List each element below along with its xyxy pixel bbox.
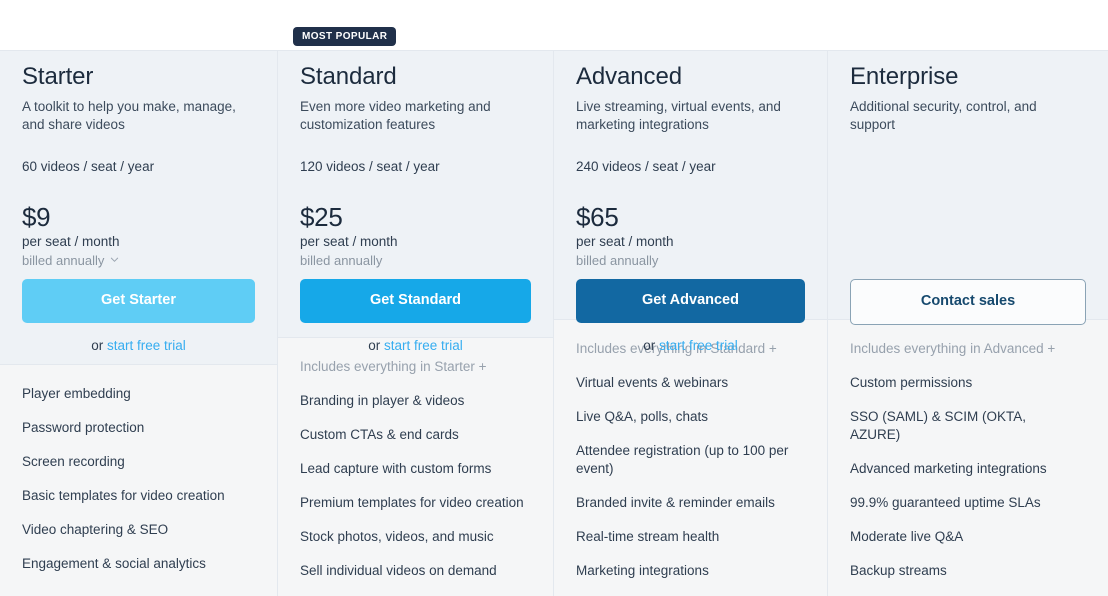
trial-line: or start free trial: [576, 337, 805, 355]
billing-period-selector[interactable]: billed annually: [22, 252, 255, 269]
features-panel-advanced: Includes everything in Standard + Virtua…: [554, 319, 827, 596]
trial-prefix: or: [368, 338, 384, 353]
plan-card-enterprise: Enterprise Additional security, control,…: [828, 51, 1108, 325]
plan-description: Additional security, control, and suppor…: [850, 99, 1037, 132]
start-free-trial-link[interactable]: start free trial: [107, 338, 186, 353]
chevron-down-icon[interactable]: [110, 255, 119, 264]
feature-item: Advanced marketing integrations: [850, 461, 1047, 476]
price-block: $9 per seat / month billed annually: [22, 203, 255, 269]
billing-period-label: billed annually: [300, 252, 531, 269]
start-free-trial-link[interactable]: start free trial: [384, 338, 463, 353]
start-free-trial-link[interactable]: start free trial: [659, 338, 738, 353]
billing-period-text: billed annually: [300, 253, 383, 268]
price-amount: $9: [22, 202, 51, 232]
feature-item: Marketing integrations: [576, 563, 709, 578]
feature-list: Player embedding Password protection Scr…: [22, 385, 255, 573]
includes-note: Includes everything in Starter +: [300, 359, 487, 374]
feature-item: Premium templates for video creation: [300, 495, 524, 510]
cta-area: Contact sales: [850, 279, 1086, 325]
feature-item: Real-time stream health: [576, 529, 720, 544]
trial-line: or start free trial: [22, 337, 255, 355]
cta-area: Get Standard or start free trial: [300, 279, 531, 355]
price-block: $65 per seat / month billed annually: [576, 203, 805, 269]
pricing-table: MOST POPULAR Starter A toolkit to help y…: [0, 0, 1108, 596]
most-popular-badge: MOST POPULAR: [293, 27, 397, 46]
price-amount: $65: [576, 202, 619, 232]
feature-list: Includes everything in Advanced + Custom…: [850, 340, 1086, 580]
feature-item: Player embedding: [22, 386, 131, 401]
plan-title: Enterprise: [850, 63, 959, 90]
cta-area: Get Starter or start free trial: [22, 279, 255, 355]
billing-period-label: billed annually: [22, 253, 105, 268]
features-panel-standard: Includes everything in Starter + Brandin…: [278, 337, 553, 596]
contact-sales-button[interactable]: Contact sales: [850, 279, 1086, 325]
plan-title: Advanced: [576, 63, 682, 90]
feature-list: Includes everything in Starter + Brandin…: [300, 358, 531, 580]
price-amount: $25: [300, 202, 343, 232]
feature-item: Branding in player & videos: [300, 393, 465, 408]
price-block: $25 per seat / month billed annually: [300, 203, 531, 269]
feature-item: Custom CTAs & end cards: [300, 427, 459, 442]
plan-quota: 120 videos / seat / year: [300, 159, 440, 174]
feature-item: Attendee registration (up to 100 per eve…: [576, 443, 789, 476]
plan-card-advanced: Advanced Live streaming, virtual events,…: [554, 51, 827, 353]
plan-description: Even more video marketing and customizat…: [300, 99, 491, 132]
billing-period-label: billed annually: [576, 252, 805, 269]
plan-card-standard: Standard Even more video marketing and c…: [278, 51, 553, 353]
feature-list: Includes everything in Standard + Virtua…: [576, 340, 805, 580]
plan-title: Standard: [300, 63, 397, 90]
feature-item: Basic templates for video creation: [22, 488, 225, 503]
plan-quota: 240 videos / seat / year: [576, 159, 716, 174]
plan-column-starter: Starter A toolkit to help you make, mana…: [0, 51, 277, 596]
price-unit: per seat / month: [300, 234, 398, 249]
plan-description: Live streaming, virtual events, and mark…: [576, 99, 781, 132]
feature-item: Moderate live Q&A: [850, 529, 964, 544]
feature-item: Virtual events & webinars: [576, 375, 729, 390]
feature-item: Password protection: [22, 420, 145, 435]
get-starter-button[interactable]: Get Starter: [22, 279, 255, 323]
feature-item: Sell individual videos on demand: [300, 563, 497, 578]
feature-item: 99.9% guaranteed uptime SLAs: [850, 495, 1041, 510]
plan-column-standard: Standard Even more video marketing and c…: [277, 51, 553, 596]
plan-column-advanced: Advanced Live streaming, virtual events,…: [553, 51, 827, 596]
features-panel-enterprise: Includes everything in Advanced + Custom…: [828, 319, 1108, 596]
cta-area: Get Advanced or start free trial: [576, 279, 805, 355]
badge-row: MOST POPULAR: [0, 0, 1108, 50]
feature-item: Stock photos, videos, and music: [300, 529, 494, 544]
feature-item: Branded invite & reminder emails: [576, 495, 775, 510]
billing-period-text: billed annually: [576, 253, 659, 268]
feature-item: SSO (SAML) & SCIM (OKTA, AZURE): [850, 409, 1027, 442]
features-panel-starter: Player embedding Password protection Scr…: [0, 364, 277, 596]
feature-item: Live Q&A, polls, chats: [576, 409, 709, 424]
plan-quota: 60 videos / seat / year: [22, 159, 155, 174]
trial-prefix: or: [91, 338, 107, 353]
plan-card-starter: Starter A toolkit to help you make, mana…: [0, 51, 277, 364]
plan-title: Starter: [22, 63, 94, 90]
feature-item: Video chaptering & SEO: [22, 522, 169, 537]
get-advanced-button[interactable]: Get Advanced: [576, 279, 805, 323]
plan-description: A toolkit to help you make, manage, and …: [22, 99, 236, 132]
price-unit: per seat / month: [22, 234, 120, 249]
feature-item: Screen recording: [22, 454, 125, 469]
get-standard-button[interactable]: Get Standard: [300, 279, 531, 323]
plan-columns: Starter A toolkit to help you make, mana…: [0, 50, 1108, 596]
feature-item: Backup streams: [850, 563, 947, 578]
trial-prefix: or: [643, 338, 659, 353]
feature-item: Engagement & social analytics: [22, 556, 206, 571]
feature-item: Lead capture with custom forms: [300, 461, 492, 476]
trial-line: or start free trial: [300, 337, 531, 355]
includes-note: Includes everything in Advanced +: [850, 341, 1056, 356]
feature-item: Custom permissions: [850, 375, 973, 390]
price-unit: per seat / month: [576, 234, 674, 249]
plan-column-enterprise: Enterprise Additional security, control,…: [827, 51, 1108, 596]
